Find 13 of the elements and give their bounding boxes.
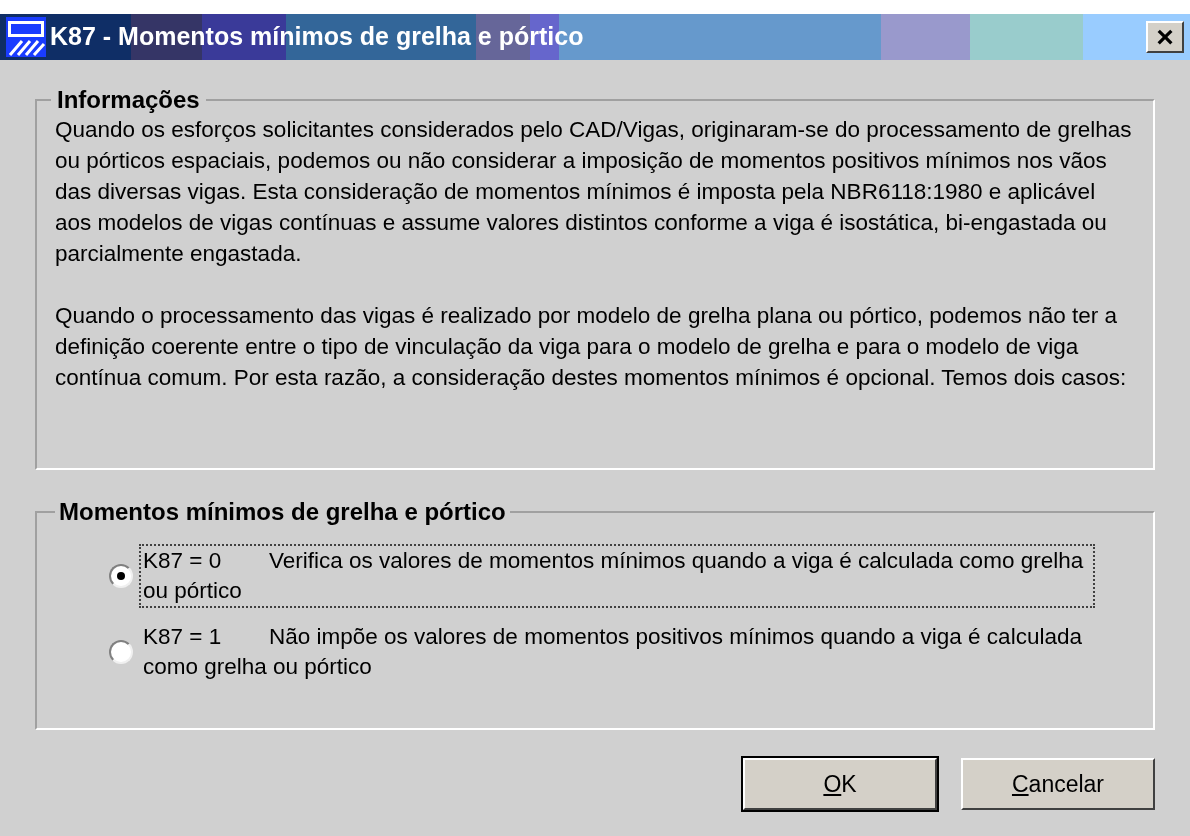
window-title: K87 - Momentos mínimos de grelha e pórtico <box>50 21 584 53</box>
radio-button[interactable] <box>109 564 133 588</box>
option-label[interactable]: K87 = 1 Não impõe os valores de momentos positivos mínimos quando a viga é calculada como grelha ou pórtico <box>141 622 1093 682</box>
cancel-button[interactable]: Cancelar <box>961 758 1155 810</box>
radio-button[interactable] <box>109 640 133 664</box>
close-button[interactable]: × <box>1146 21 1184 53</box>
info-paragraph: Quando o processamento das vigas é realizado por modelo de grelha plana ou pórtico, podemos não ter a definição coerente entre o tipo de vinculação da viga para o modelo de grelha e para o modelo de viga contínua comum. Por esta razão, a consideração destes momentos mínimos é opcional. Temos dois casos: <box>55 302 1128 392</box>
option-label[interactable]: K87 = 0 Verifica os valores de momentos mínimos quando a viga é calculada como grelha ou pórtico <box>141 546 1093 606</box>
info-paragraph: Quando os esforços solicitantes considerados pelo CAD/Vigas, originaram-se do processamento de grelhas ou pórticos espaciais, podemos ou não considerar a imposição de momentos positivos mínimos nos vãos das diversas vigas. Esta consideração de momentos mínimos é imposta pela NBR6118:1980 e aplicável aos modelos de vigas contínuas e assume valores distintos conforme a viga é isostática, bi-engastada ou parcialmente engastada. <box>55 116 1133 268</box>
ok-button[interactable]: OK <box>743 758 937 810</box>
group-title: Momentos mínimos de grelha e pórtico <box>58 497 507 527</box>
app-logo-icon <box>6 17 46 57</box>
group-title: Informações <box>56 85 201 115</box>
